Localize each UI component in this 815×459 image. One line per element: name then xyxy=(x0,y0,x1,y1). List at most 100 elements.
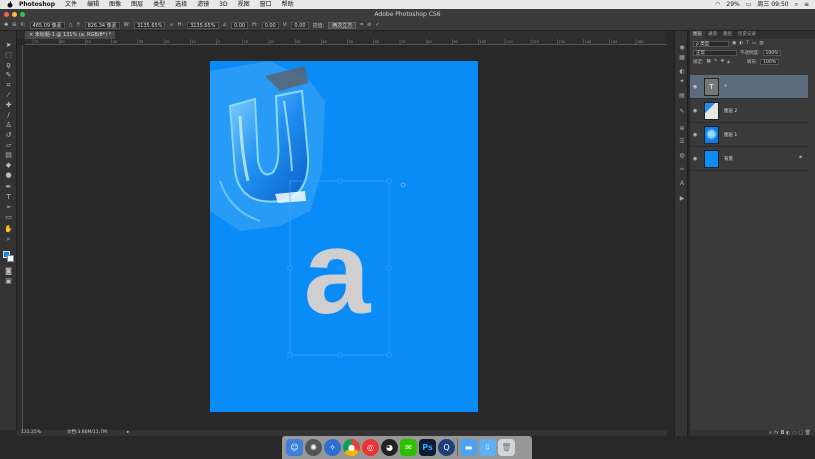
wifi-icon[interactable]: ◠ xyxy=(715,0,720,9)
battery-percent[interactable]: 29% xyxy=(726,0,739,9)
warp-icon[interactable]: ⌗ xyxy=(360,22,363,28)
qq-icon[interactable]: ◕ xyxy=(381,439,398,456)
screen-mode-icon[interactable]: ▣ xyxy=(4,277,13,285)
visibility-eye-icon[interactable]: ◉ xyxy=(693,156,697,162)
menu-item-edit[interactable]: 编辑 xyxy=(82,0,104,9)
shape-tool-icon[interactable]: ▭ xyxy=(4,213,13,221)
blend-mode-select[interactable]: 正常 xyxy=(693,49,737,56)
text-layer-letter[interactable]: a xyxy=(304,205,372,339)
quick-select-tool-icon[interactable]: ✎ xyxy=(4,71,13,79)
lock-position-icon[interactable]: ✥ xyxy=(721,59,725,64)
adjustments-panel-icon[interactable]: ◐ xyxy=(678,69,686,75)
opacity-field[interactable]: 100% xyxy=(762,49,782,56)
wechat-icon[interactable]: ✉ xyxy=(400,439,417,456)
filter-smart-icon[interactable]: ▧ xyxy=(759,41,763,46)
tab-layers[interactable]: 图层 xyxy=(690,31,705,39)
filter-pixel-icon[interactable]: ▣ xyxy=(732,41,736,46)
menu-item-3d[interactable]: 3D xyxy=(214,0,232,9)
x-position-field[interactable]: 465.09 像素 xyxy=(29,21,65,29)
blur-tool-icon[interactable]: ◆ xyxy=(4,161,13,169)
layer-name[interactable]: 图层 2 xyxy=(724,108,737,114)
notification-icon[interactable]: ≡ xyxy=(804,0,809,9)
height-field[interactable]: 3135.65% xyxy=(187,21,219,29)
type-tool-icon[interactable]: T xyxy=(4,193,13,201)
fill-field[interactable]: 100% xyxy=(760,58,780,65)
folder-icon[interactable]: ▬ xyxy=(460,439,477,456)
properties-panel-icon[interactable]: ☰ xyxy=(678,139,686,145)
document-info[interactable]: 文档:3.86M/11.7M xyxy=(67,430,107,436)
vertical-ruler[interactable] xyxy=(17,45,23,430)
menu-item-layer[interactable]: 图层 xyxy=(126,0,148,9)
lock-transparent-icon[interactable]: ▦ xyxy=(707,59,711,64)
quicktime-icon[interactable]: Q xyxy=(438,439,455,456)
menu-item-type[interactable]: 类型 xyxy=(148,0,170,9)
layer-row-layer1[interactable]: ◉ 图层 1 xyxy=(690,123,808,147)
visibility-eye-icon[interactable]: ◉ xyxy=(693,132,697,138)
zoom-level[interactable]: 131.25% xyxy=(21,430,41,436)
transform-handle-bottom[interactable] xyxy=(337,352,343,358)
lasso-tool-icon[interactable]: ϙ xyxy=(4,61,13,69)
menu-item-photoshop[interactable]: Photoshop xyxy=(14,0,60,9)
transform-handle-left[interactable] xyxy=(287,265,293,271)
history-brush-tool-icon[interactable]: ↺ xyxy=(4,131,13,139)
layer-name[interactable]: 图层 1 xyxy=(724,132,737,138)
document-canvas[interactable]: a xyxy=(210,61,478,412)
transform-tool-icon[interactable]: ✥ xyxy=(4,22,8,28)
menu-item-file[interactable]: 文件 xyxy=(60,0,82,9)
transform-handle-top-right[interactable] xyxy=(386,178,392,184)
layer-name[interactable]: 背景 xyxy=(724,156,733,162)
filter-shape-icon[interactable]: ▭ xyxy=(752,41,756,46)
interpolation-select[interactable]: 两次立方 xyxy=(328,21,357,29)
menu-item-help[interactable]: 帮助 xyxy=(277,0,299,9)
filter-type-icon[interactable]: T xyxy=(746,41,749,46)
eraser-tool-icon[interactable]: ▱ xyxy=(4,141,13,149)
actions-panel-icon[interactable]: ▶ xyxy=(678,196,686,202)
safari-icon[interactable]: ✧ xyxy=(324,439,341,456)
transform-handle-bottom-left[interactable] xyxy=(287,352,293,358)
angle-field[interactable]: 0.00 xyxy=(230,21,249,29)
transform-handle-bottom-right[interactable] xyxy=(386,352,392,358)
launchpad-icon[interactable]: ✺ xyxy=(305,439,322,456)
width-field[interactable]: 3135.65% xyxy=(134,21,166,29)
status-arrow-icon[interactable]: ▸ xyxy=(127,430,129,436)
filter-adjust-icon[interactable]: ◐ xyxy=(739,41,743,46)
swatches-panel-icon[interactable]: ▦ xyxy=(678,55,686,61)
delete-layer-icon[interactable]: 🗑︎ xyxy=(805,430,811,436)
layer-kind-filter[interactable]: ρ 类型 xyxy=(693,40,729,47)
styles-panel-icon[interactable]: ✦ xyxy=(678,79,686,85)
tab-history[interactable]: 历史记录 xyxy=(735,31,759,39)
dodge-tool-icon[interactable]: ● xyxy=(4,171,13,179)
h-skew-field[interactable]: 0.00 xyxy=(261,21,279,29)
brush-tool-icon[interactable]: / xyxy=(4,111,13,119)
layer-name[interactable]: a xyxy=(724,84,727,89)
chrome-icon[interactable]: ● xyxy=(343,439,360,456)
marquee-tool-icon[interactable]: ⬚ xyxy=(4,51,13,59)
tab-paths[interactable]: 路径 xyxy=(720,31,735,39)
weibo-icon[interactable]: ◎ xyxy=(362,439,379,456)
finder-icon[interactable]: ☺ xyxy=(286,439,303,456)
menu-item-image[interactable]: 图像 xyxy=(104,0,126,9)
horizontal-ruler[interactable]: 70 60 50 40 30 20 10 0 10 20 30 40 50 60 70 80 90 100 110 1… xyxy=(25,39,667,45)
apple-icon[interactable] xyxy=(6,1,14,8)
channels-panel-icon[interactable]: ◍ xyxy=(678,153,686,159)
transform-handle-right[interactable] xyxy=(386,265,392,271)
clone-source-icon[interactable]: ⊕ xyxy=(678,126,686,132)
photoshop-icon[interactable]: Ps xyxy=(419,439,436,456)
move-tool-icon[interactable]: ➤ xyxy=(4,41,13,49)
downloads-icon[interactable]: ⇩ xyxy=(479,439,496,456)
lock-pixels-icon[interactable]: ✎ xyxy=(714,59,718,64)
link-icon[interactable]: ∞ xyxy=(169,22,173,28)
layer-row-text[interactable]: ◉ T a xyxy=(690,75,808,99)
history-panel-icon[interactable]: ▤ xyxy=(678,93,686,99)
character-panel-icon[interactable]: A xyxy=(678,181,686,187)
clock[interactable]: 周三 09:50 xyxy=(757,0,788,9)
spotlight-icon[interactable]: ⌕ xyxy=(795,0,798,9)
document-tab[interactable]: × 未标题-1 @ 131% (a, RGB/8*) * xyxy=(25,31,116,39)
pen-tool-icon[interactable]: ✒ xyxy=(4,183,13,191)
quick-mask-icon[interactable]: ◙ xyxy=(4,267,13,275)
layer-row-layer2[interactable]: ◉ 图层 2 xyxy=(690,99,808,123)
layer-row-background[interactable]: ◉ 背景 ▪ xyxy=(690,147,808,171)
close-window-button[interactable] xyxy=(4,12,9,17)
eyedropper-tool-icon[interactable]: ⁄ xyxy=(4,91,13,99)
visibility-eye-icon[interactable]: ◉ xyxy=(693,84,697,90)
